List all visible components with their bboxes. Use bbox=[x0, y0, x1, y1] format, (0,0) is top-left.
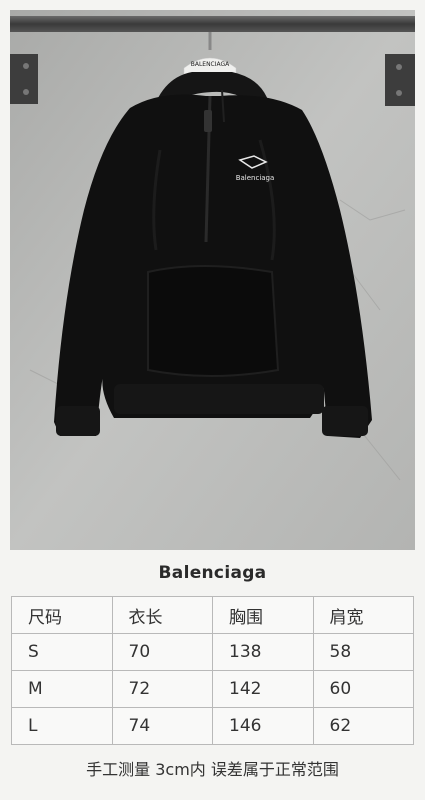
table-row: S 70 138 58 bbox=[11, 633, 414, 671]
header-length: 衣长 bbox=[111, 596, 213, 634]
cell-shoulder: 58 bbox=[312, 633, 414, 671]
cell-shoulder: 60 bbox=[312, 670, 414, 708]
cell-size: M bbox=[11, 670, 113, 708]
header-shoulder: 肩宽 bbox=[312, 596, 414, 634]
measurement-note: 手工测量 3cm内 误差属于正常范围 bbox=[86, 760, 339, 779]
product-photo: BALENCIAGA Balenciaga bbox=[10, 10, 415, 550]
brand-title: Balenciaga bbox=[158, 563, 267, 583]
cell-shoulder: 62 bbox=[312, 707, 414, 745]
cell-size: L bbox=[11, 707, 113, 745]
size-table-header-row: 尺码 衣长 胸围 肩宽 bbox=[11, 596, 414, 634]
cell-chest: 142 bbox=[212, 670, 314, 708]
cell-size: S bbox=[11, 633, 113, 671]
header-size: 尺码 bbox=[11, 596, 113, 634]
cell-chest: 138 bbox=[212, 633, 314, 671]
cell-chest: 146 bbox=[212, 707, 314, 745]
hanger-tag-text: BALENCIAGA bbox=[191, 61, 230, 68]
chest-logo-text: Balenciaga bbox=[236, 174, 275, 182]
hanger-tag: BALENCIAGA bbox=[183, 57, 237, 75]
cell-length: 72 bbox=[111, 670, 213, 708]
table-row: L 74 146 62 bbox=[11, 707, 414, 745]
header-chest: 胸围 bbox=[212, 596, 314, 634]
left-bracket bbox=[10, 54, 38, 104]
table-row: M 72 142 60 bbox=[11, 670, 414, 708]
clothing-rail bbox=[10, 16, 415, 32]
cell-length: 70 bbox=[111, 633, 213, 671]
right-bracket bbox=[385, 54, 415, 106]
cell-length: 74 bbox=[111, 707, 213, 745]
size-table: 尺码 衣长 胸围 肩宽 S 70 138 58 M 72 142 60 L 74… bbox=[11, 596, 414, 745]
